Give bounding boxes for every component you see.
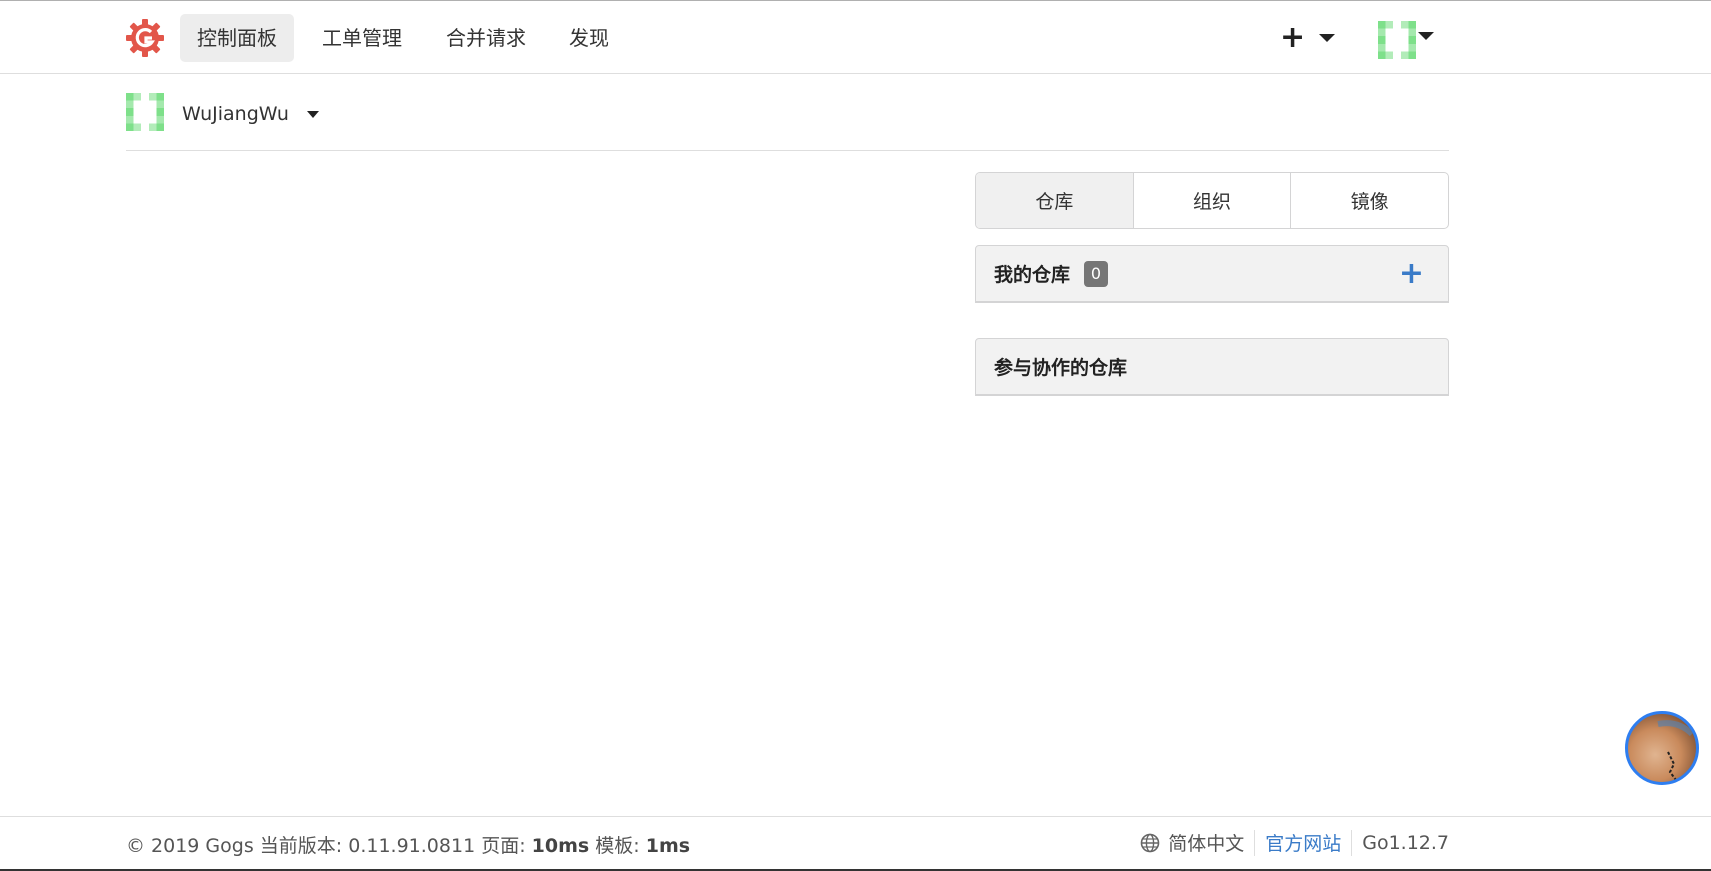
section-divider bbox=[126, 150, 1449, 151]
footer-page-label: 页面: bbox=[481, 835, 526, 857]
footer-template-label: 模板: bbox=[595, 835, 640, 857]
user-menu-dropdown[interactable] bbox=[1378, 21, 1434, 61]
globe-icon bbox=[1140, 833, 1160, 852]
floating-image-icon bbox=[1657, 720, 1695, 781]
my-repositories-panel: 我的仓库 0 + bbox=[975, 245, 1449, 303]
footer-template-time: 1ms bbox=[645, 835, 691, 857]
plus-icon[interactable]: + bbox=[1399, 258, 1430, 289]
footer-copyright: © 2019 Gogs bbox=[126, 835, 254, 857]
plus-icon: + bbox=[1280, 20, 1306, 55]
context-user-switcher[interactable]: WuJiangWu bbox=[126, 93, 319, 135]
footer-version: 0.11.91.0811 bbox=[348, 835, 476, 857]
create-new-dropdown[interactable]: + bbox=[1280, 20, 1336, 55]
identicon-avatar bbox=[1378, 21, 1416, 63]
panel-title: 我的仓库 bbox=[994, 264, 1071, 286]
gogs-logo-icon[interactable] bbox=[124, 17, 166, 59]
repo-count-badge: 0 bbox=[1084, 260, 1109, 287]
identicon-avatar bbox=[126, 93, 164, 135]
chevron-down-icon bbox=[1418, 32, 1434, 40]
footer-info: © 2019 Gogs 当前版本: 0.11.91.0811 页面: 10ms … bbox=[126, 831, 690, 858]
language-label: 简体中文 bbox=[1168, 833, 1245, 855]
nav-pull-requests[interactable]: 合并请求 bbox=[429, 14, 543, 62]
floating-assistant-button[interactable] bbox=[1625, 711, 1699, 785]
tab-repositories[interactable]: 仓库 bbox=[976, 173, 1134, 228]
page-footer: © 2019 Gogs 当前版本: 0.11.91.0811 页面: 10ms … bbox=[0, 816, 1711, 871]
chevron-down-icon bbox=[1319, 34, 1336, 42]
context-username: WuJiangWu bbox=[182, 103, 289, 125]
tab-organizations[interactable]: 组织 bbox=[1134, 173, 1292, 228]
language-selector[interactable]: 简体中文 bbox=[1140, 829, 1244, 856]
nav-explore[interactable]: 发现 bbox=[552, 14, 626, 62]
footer-separator bbox=[1351, 829, 1353, 856]
nav-issues[interactable]: 工单管理 bbox=[305, 14, 419, 62]
nav-dashboard[interactable]: 控制面板 bbox=[180, 14, 294, 62]
official-website-link[interactable]: 官方网站 bbox=[1265, 829, 1341, 856]
dashboard-tabs: 仓库 组织 镜像 bbox=[975, 172, 1449, 229]
go-version: Go1.12.7 bbox=[1362, 831, 1449, 854]
panel-title: 参与协作的仓库 bbox=[994, 357, 1128, 379]
footer-version-label: 当前版本: bbox=[259, 835, 343, 857]
footer-page-time: 10ms bbox=[531, 835, 590, 857]
footer-separator bbox=[1254, 829, 1256, 856]
top-navbar: 控制面板 工单管理 合并请求 发现 + bbox=[0, 1, 1711, 74]
collaborative-repositories-panel: 参与协作的仓库 bbox=[975, 338, 1449, 396]
chevron-down-icon bbox=[306, 110, 319, 118]
tab-mirrors[interactable]: 镜像 bbox=[1291, 173, 1448, 228]
footer-links: 简体中文 官方网站 Go1.12.7 bbox=[1140, 829, 1449, 856]
